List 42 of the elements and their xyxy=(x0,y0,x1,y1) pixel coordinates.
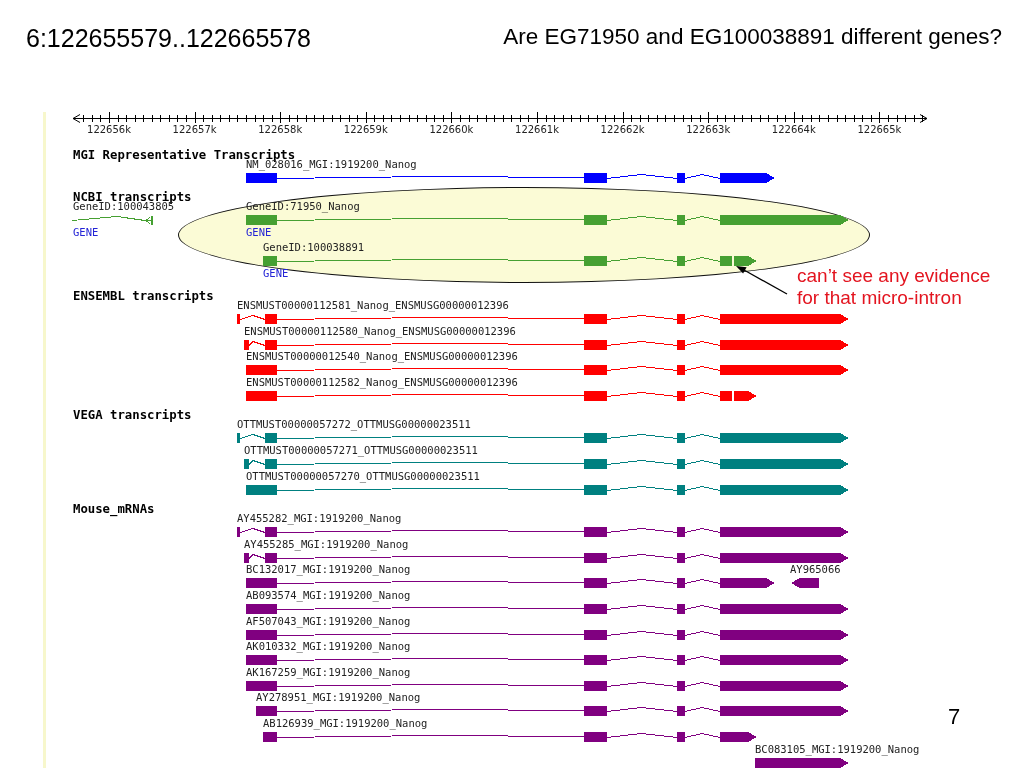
question-title: Are EG71950 and EG100038891 different genes? xyxy=(503,24,1002,50)
ruler-label: 122665k xyxy=(857,124,902,136)
ruler-label: 122659k xyxy=(343,124,388,136)
track-title: VEGA transcripts xyxy=(73,408,192,423)
feature-label: AY278951_MGI:1919200_Nanog xyxy=(256,691,421,705)
feature-label: AK167259_MGI:1919200_Nanog xyxy=(246,665,411,679)
gene-model xyxy=(791,578,819,589)
ruler-label: 122656k xyxy=(87,124,131,136)
feature-label: AY965066 xyxy=(790,563,841,577)
ruler-label: 122662k xyxy=(600,124,645,136)
feature-label: BC083105_MGI:1919200_Nanog xyxy=(755,742,920,756)
ruler-label: 122661k xyxy=(515,124,559,136)
feature-label: ENSMUST00000112581_Nanog_ENSMUSG00000012396 xyxy=(237,299,509,313)
feature-label: AY455285_MGI:1919200_Nanog xyxy=(244,537,409,551)
feature-label: ENSMUST00000012540_Nanog_ENSMUSG00000012396 xyxy=(246,350,518,364)
feature-label: GeneID:100038891 xyxy=(263,241,365,255)
callout-text: can’t see any evidence for that micro-intron xyxy=(797,265,992,309)
feature-label: AB093574_MGI:1919200_Nanog xyxy=(246,589,411,603)
track-title: Mouse_mRNAs xyxy=(73,502,155,517)
ruler-label: 122663k xyxy=(686,124,731,136)
ruler-label: 122658k xyxy=(258,124,303,136)
feature-label: AF507043_MGI:1919200_Nanog xyxy=(246,614,411,628)
ruler-label: 122657k xyxy=(172,124,217,136)
page-number: 7 xyxy=(948,704,961,730)
feature-label: AB126939_MGI:1919200_Nanog xyxy=(263,717,428,730)
feature-label: OTTMUST00000057270_OTTMUSG00000023511 xyxy=(246,469,480,483)
location-title: 6:122655579..122665578 xyxy=(26,24,311,53)
feature-label: OTTMUST00000057271_OTTMUSG00000023511 xyxy=(244,444,478,458)
feature-label: BC132017_MGI:1919200_Nanog xyxy=(246,563,411,577)
gene-link[interactable]: GENE xyxy=(73,226,99,239)
feature-label: ENSMUST00000112580_Nanog_ENSMUSG00000012396 xyxy=(244,324,516,338)
ruler-label: 122660k xyxy=(429,124,474,136)
feature-label: OTTMUST00000057272_OTTMUSG00000023511 xyxy=(237,418,471,432)
callout-arrow xyxy=(736,266,788,295)
feature-label: AK010332_MGI:1919200_Nanog xyxy=(246,640,411,654)
gene-link[interactable]: GENE xyxy=(263,267,289,280)
feature-label: AY455282_MGI:1919200_Nanog xyxy=(237,512,402,526)
feature-label: ENSMUST00000112582_Nanog_ENSMUSG00000012396 xyxy=(246,375,518,389)
gene-link[interactable]: GENE xyxy=(246,226,272,239)
track-title: ENSEMBL transcripts xyxy=(73,289,214,304)
ruler-label: 122664k xyxy=(771,124,816,136)
feature-label: GeneID:71950_Nanog xyxy=(246,200,360,214)
